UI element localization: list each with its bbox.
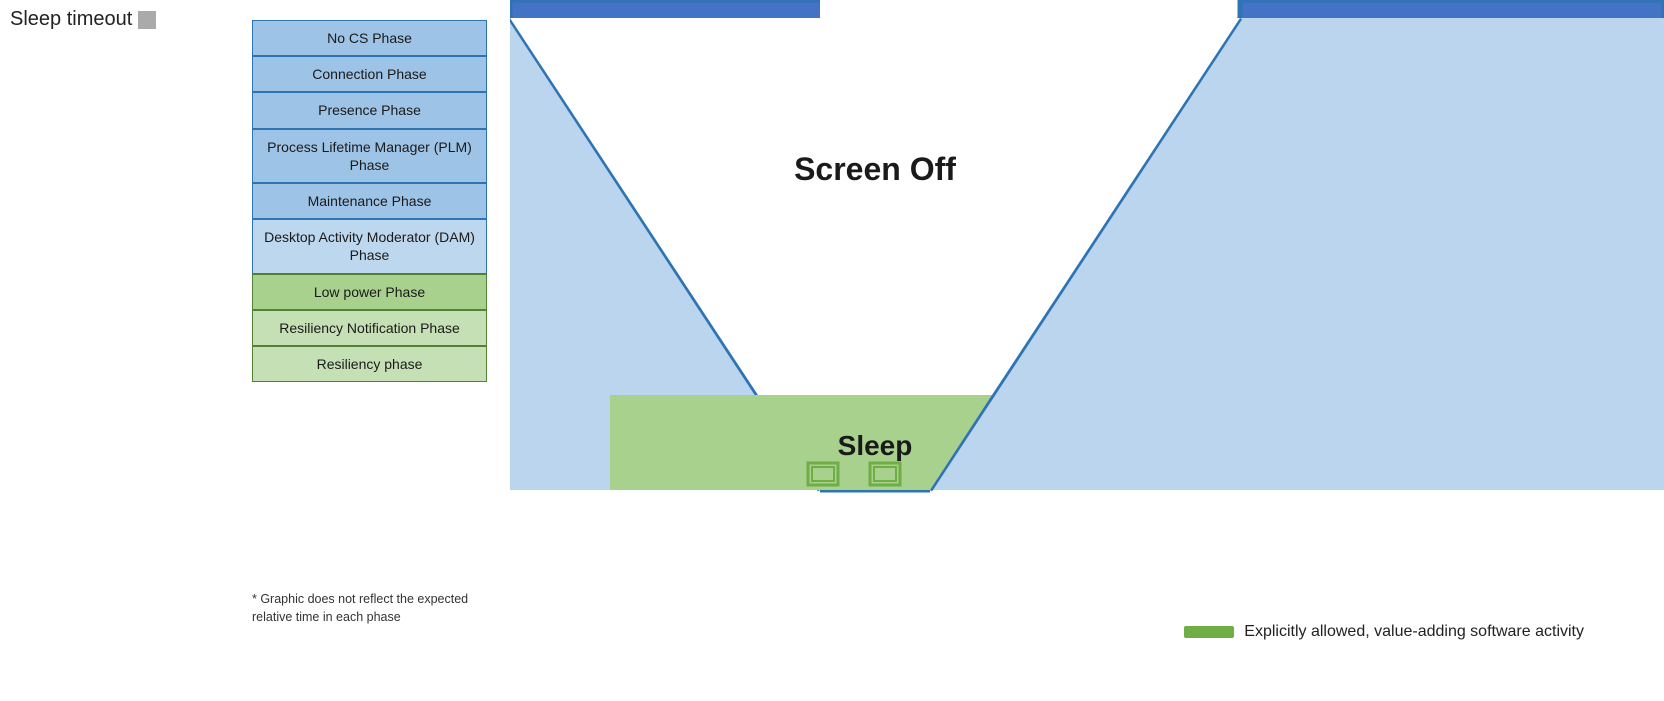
phase-list: No CS PhaseConnection PhasePresence Phas… <box>252 20 487 382</box>
phase-item-low-power: Low power Phase <box>252 274 487 310</box>
phase-item-presence: Presence Phase <box>252 92 487 128</box>
footnote: * Graphic does not reflect the expected … <box>252 590 482 626</box>
sleep-label: Sleep <box>838 430 913 461</box>
legend-label: Explicitly allowed, value-adding softwar… <box>1244 623 1584 641</box>
phase-item-resiliency: Resiliency phase <box>252 346 487 382</box>
phase-item-dam: Desktop Activity Moderator (DAM) Phase <box>252 219 487 273</box>
legend: Explicitly allowed, value-adding softwar… <box>1184 623 1584 641</box>
main-diagram: Screen Off Sleep <box>510 0 1664 701</box>
phase-item-resiliency-notification: Resiliency Notification Phase <box>252 310 487 346</box>
phase-item-no-cs: No CS Phase <box>252 20 487 56</box>
phase-item-connection: Connection Phase <box>252 56 487 92</box>
sleep-timeout-text: Sleep timeout <box>10 8 132 31</box>
phase-item-maintenance: Maintenance Phase <box>252 183 487 219</box>
screen-off-label: Screen Off <box>794 151 956 187</box>
phase-item-plm: Process Lifetime Manager (PLM) Phase <box>252 129 487 183</box>
sleep-icon <box>138 11 156 29</box>
sleep-timeout-label: Sleep timeout <box>10 8 156 31</box>
legend-color-bar <box>1184 626 1234 638</box>
